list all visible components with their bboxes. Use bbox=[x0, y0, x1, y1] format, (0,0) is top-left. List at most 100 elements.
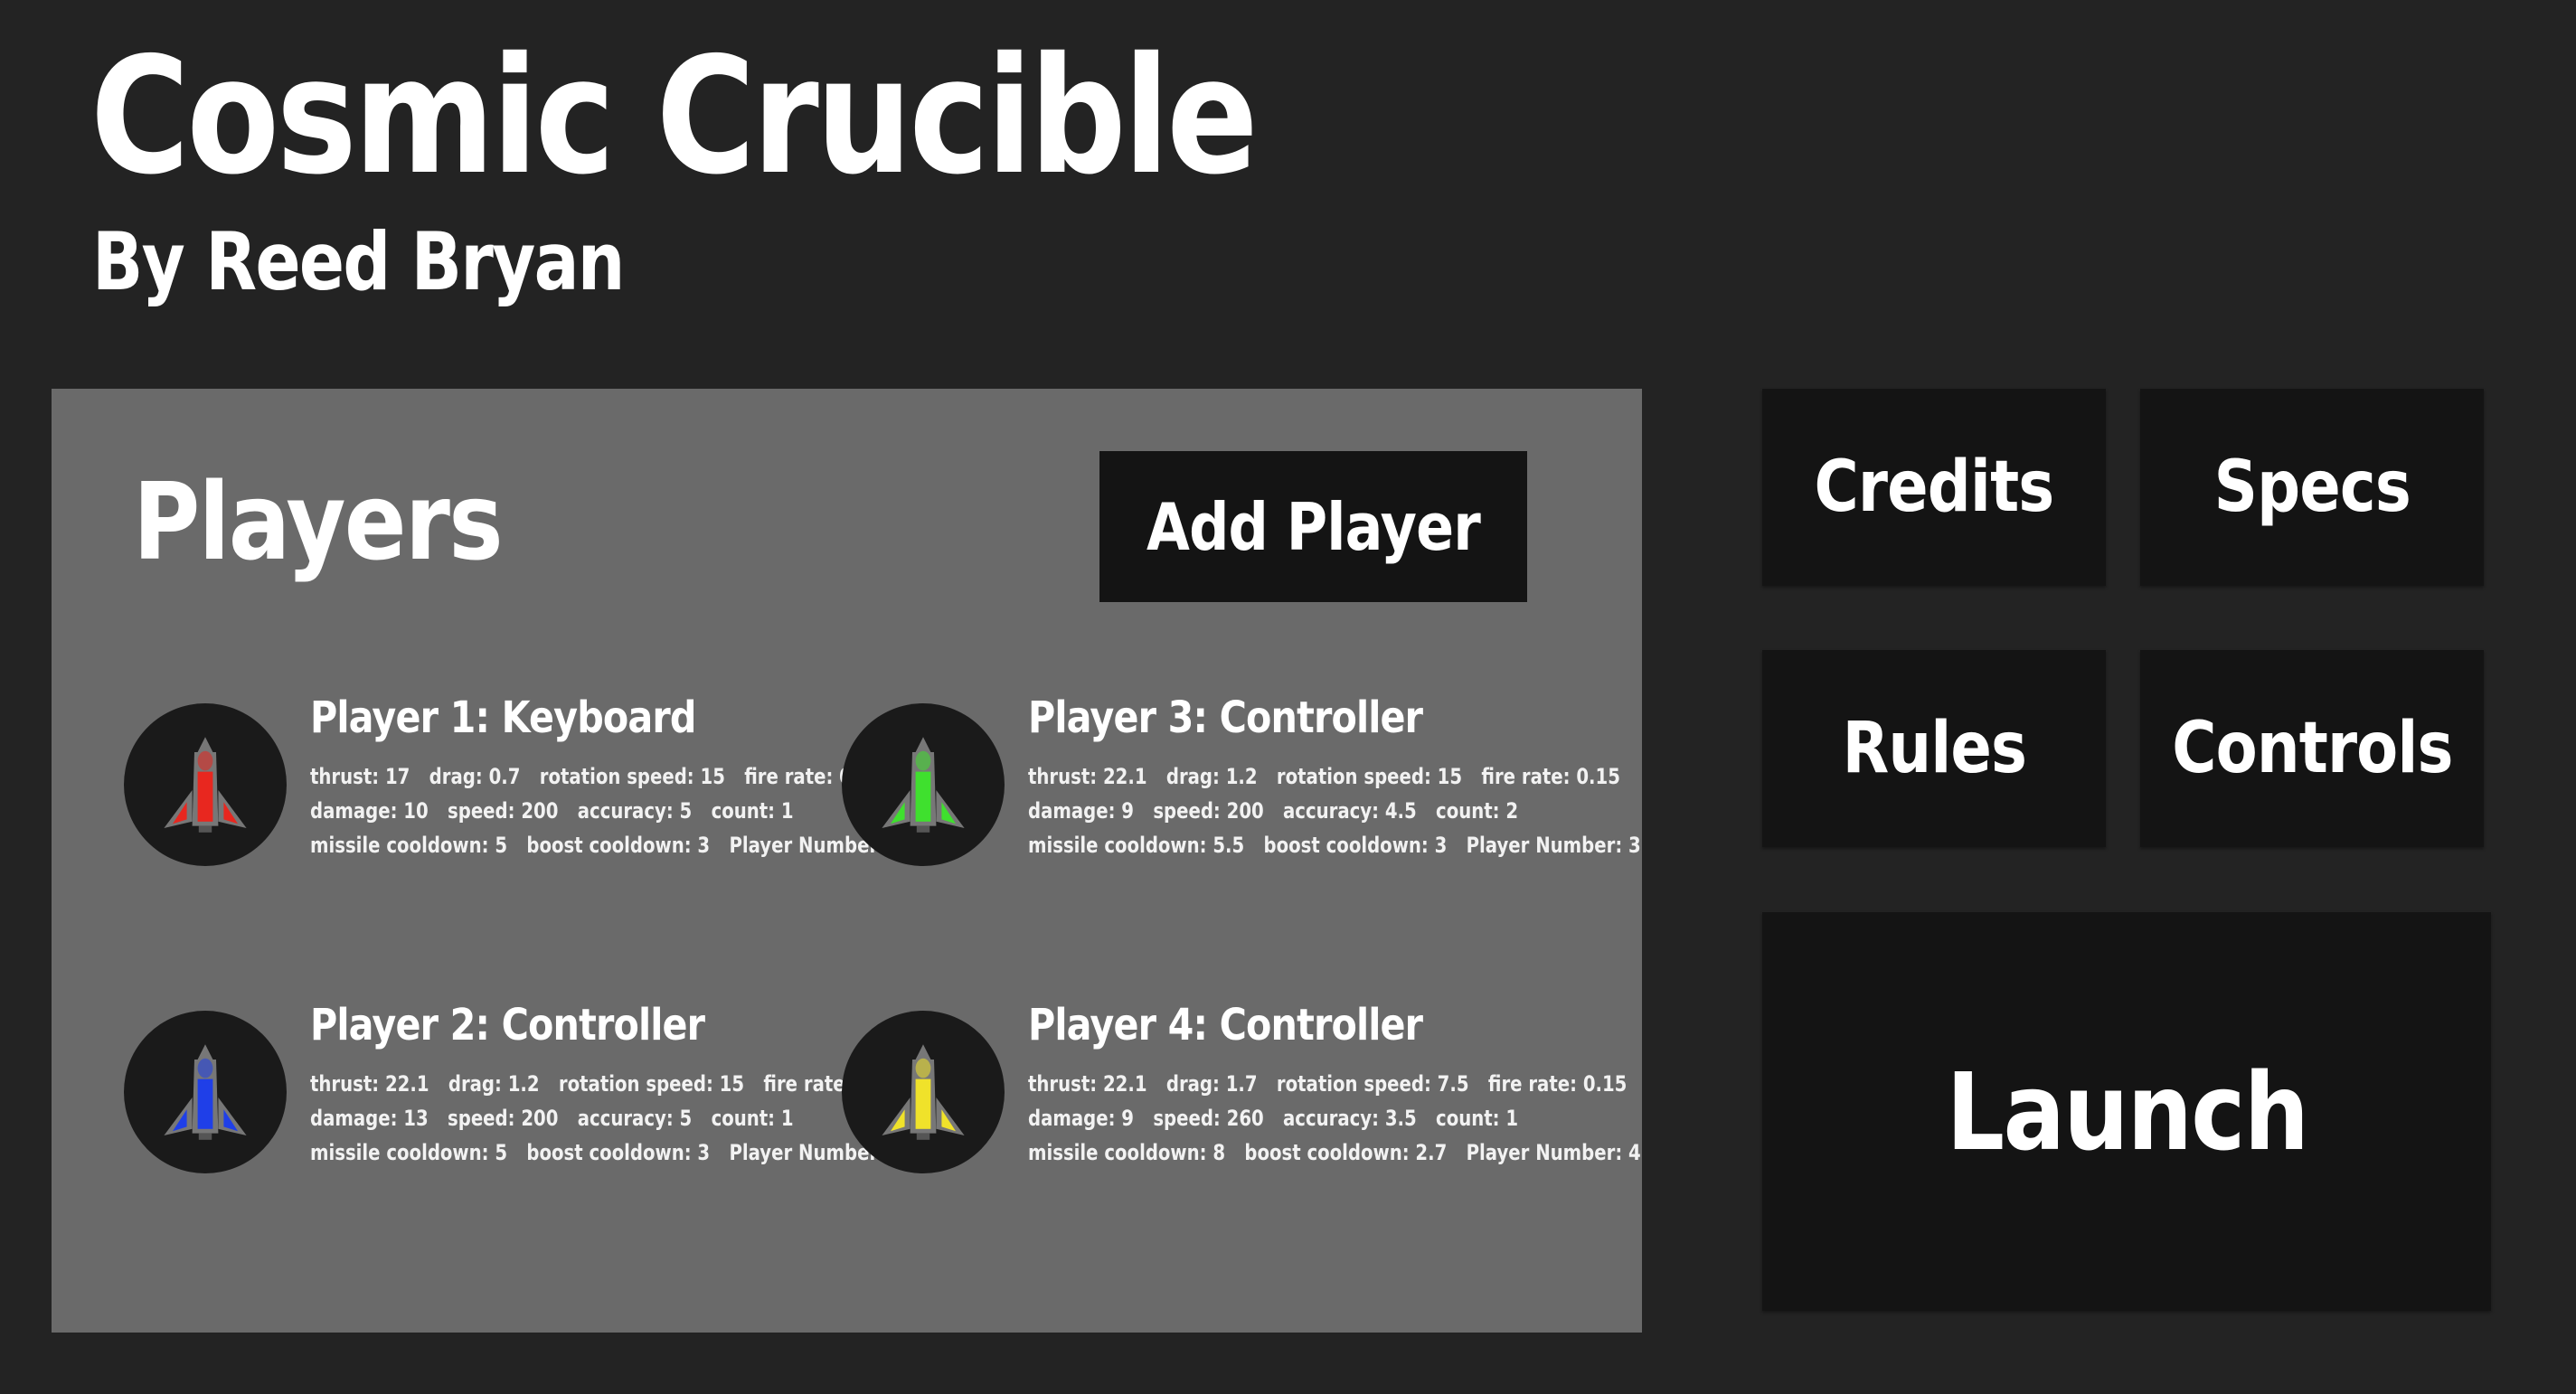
player-2-name: Player 2: Controller bbox=[310, 1000, 705, 1050]
stats-row-3: missile cooldown: 5 boost cooldown: 3 Play… bbox=[310, 1135, 923, 1170]
spaceship-icon bbox=[882, 737, 965, 833]
player-3-name: Player 3: Controller bbox=[1028, 692, 1423, 743]
ship-part bbox=[915, 771, 931, 822]
stats-row-2: damage: 9 speed: 200 accuracy: 4.5 count: 2 bbox=[1028, 794, 1660, 828]
ship-part bbox=[916, 1133, 930, 1140]
ship-part bbox=[936, 790, 965, 828]
stat: boost cooldown: 3 bbox=[1263, 833, 1448, 858]
ship-part bbox=[197, 1078, 213, 1129]
stat: drag: 1.2 bbox=[1165, 764, 1258, 789]
stats-row-3: missile cooldown: 5.5 boost cooldown: 3 Pl… bbox=[1028, 828, 1660, 862]
ship-part bbox=[197, 1058, 213, 1078]
player-card-1[interactable]: Player 1: Keyboard thrust: 17 drag: 0.7 ro… bbox=[124, 692, 904, 877]
stats-row-1: thrust: 22.1 drag: 1.7 rotation speed: 7.5… bbox=[1028, 1067, 1660, 1101]
ship-part bbox=[882, 790, 911, 828]
game-title: Cosmic Crucible bbox=[90, 23, 1259, 210]
stats-row-1: thrust: 22.1 drag: 1.2 rotation speed: 15 f… bbox=[310, 1067, 923, 1101]
player-card-3[interactable]: Player 3: Controller thrust: 22.1 drag: 1… bbox=[842, 692, 1641, 877]
stat: missile cooldown: 8 bbox=[1028, 1140, 1226, 1165]
stat: thrust: 22.1 bbox=[1028, 764, 1147, 789]
player-3-stats: thrust: 22.1 drag: 1.2 rotation speed: 15 f… bbox=[1028, 759, 1660, 862]
stat: boost cooldown: 3 bbox=[526, 1140, 711, 1165]
ship-part bbox=[164, 790, 193, 828]
player-2-stats: thrust: 22.1 drag: 1.2 rotation speed: 15 f… bbox=[310, 1067, 923, 1170]
stats-row-2: damage: 9 speed: 260 accuracy: 3.5 count: 1 bbox=[1028, 1101, 1660, 1135]
ship-part bbox=[915, 750, 931, 771]
stat: drag: 1.2 bbox=[448, 1071, 540, 1097]
stat: drag: 0.7 bbox=[429, 764, 521, 789]
stat: damage: 10 bbox=[310, 798, 429, 824]
main-menu-screen: Cosmic Crucible By Reed Bryan Players Ad… bbox=[0, 0, 2576, 1394]
spaceship-icon bbox=[164, 1044, 247, 1140]
ship-part bbox=[915, 1044, 931, 1060]
ship-part bbox=[197, 771, 213, 822]
stat: count: 1 bbox=[711, 798, 794, 824]
stats-row-1: thrust: 17 drag: 0.7 rotation speed: 15 fir… bbox=[310, 759, 923, 794]
stat: missile cooldown: 5.5 bbox=[1028, 833, 1245, 858]
launch-button[interactable]: Launch bbox=[1762, 912, 2491, 1311]
rules-label: Rules bbox=[1842, 708, 2026, 789]
player-4-name: Player 4: Controller bbox=[1028, 1000, 1423, 1050]
spaceship-icon bbox=[882, 1044, 965, 1140]
stat: missile cooldown: 5 bbox=[310, 833, 508, 858]
stat: count: 1 bbox=[1436, 1106, 1519, 1131]
stat: accuracy: 3.5 bbox=[1283, 1106, 1417, 1131]
add-player-label: Add Player bbox=[1146, 488, 1481, 565]
stat: Player Number: 4 bbox=[1466, 1140, 1641, 1165]
stat: accuracy: 5 bbox=[577, 798, 693, 824]
stat: speed: 200 bbox=[448, 1106, 559, 1131]
player-card-2[interactable]: Player 2: Controller thrust: 22.1 drag: 1… bbox=[124, 1000, 904, 1184]
ship-part bbox=[915, 1058, 931, 1078]
ship-part bbox=[197, 737, 213, 752]
player-1-name: Player 1: Keyboard bbox=[310, 692, 696, 743]
add-player-button[interactable]: Add Player bbox=[1099, 451, 1527, 602]
ship-part bbox=[198, 1133, 212, 1140]
stat: rotation speed: 15 bbox=[1276, 764, 1463, 789]
stat: count: 1 bbox=[711, 1106, 794, 1131]
rules-button[interactable]: Rules bbox=[1762, 650, 2106, 847]
player-4-avatar bbox=[842, 1011, 1005, 1173]
stats-row-2: damage: 10 speed: 200 accuracy: 5 count: 1 bbox=[310, 794, 923, 828]
specs-label: Specs bbox=[2213, 447, 2411, 528]
player-1-avatar bbox=[124, 703, 287, 866]
player-card-4[interactable]: Player 4: Controller thrust: 22.1 drag: 1… bbox=[842, 1000, 1641, 1184]
stat: damage: 9 bbox=[1028, 1106, 1135, 1131]
stat: Player Number: 3 bbox=[1466, 833, 1641, 858]
stat: count: 2 bbox=[1436, 798, 1519, 824]
stat: speed: 260 bbox=[1153, 1106, 1264, 1131]
ship-part bbox=[882, 1097, 911, 1135]
players-panel: Players Add Player Player 1: Keyboard th… bbox=[52, 389, 1642, 1333]
credits-button[interactable]: Credits bbox=[1762, 389, 2106, 586]
ship-part bbox=[916, 825, 930, 833]
stat: damage: 13 bbox=[310, 1106, 429, 1131]
stats-row-2: damage: 13 speed: 200 accuracy: 5 count: 1 bbox=[310, 1101, 923, 1135]
stat: rotation speed: 15 bbox=[539, 764, 725, 789]
game-author: By Reed Bryan bbox=[92, 215, 625, 308]
stat: speed: 200 bbox=[448, 798, 559, 824]
stat: fire rate: 0.15 bbox=[1481, 764, 1620, 789]
ship-part bbox=[198, 825, 212, 833]
stat: damage: 9 bbox=[1028, 798, 1135, 824]
ship-part bbox=[164, 1097, 193, 1135]
ship-part bbox=[915, 1078, 931, 1129]
stats-row-1: thrust: 22.1 drag: 1.2 rotation speed: 15 f… bbox=[1028, 759, 1660, 794]
controls-label: Controls bbox=[2171, 708, 2453, 789]
stat: rotation speed: 7.5 bbox=[1276, 1071, 1469, 1097]
ship-part bbox=[197, 750, 213, 771]
player-4-stats: thrust: 22.1 drag: 1.7 rotation speed: 7.5… bbox=[1028, 1067, 1660, 1170]
players-heading: Players bbox=[133, 459, 504, 584]
stat: thrust: 17 bbox=[310, 764, 410, 789]
stat: speed: 200 bbox=[1153, 798, 1264, 824]
stat: missile cooldown: 5 bbox=[310, 1140, 508, 1165]
stat: boost cooldown: 3 bbox=[526, 833, 711, 858]
stat: drag: 1.7 bbox=[1165, 1071, 1258, 1097]
player-2-avatar bbox=[124, 1011, 287, 1173]
player-3-avatar bbox=[842, 703, 1005, 866]
stats-row-3: missile cooldown: 5 boost cooldown: 3 Play… bbox=[310, 828, 923, 862]
controls-button[interactable]: Controls bbox=[2140, 650, 2484, 847]
stat: accuracy: 4.5 bbox=[1283, 798, 1417, 824]
stat: thrust: 22.1 bbox=[310, 1071, 429, 1097]
specs-button[interactable]: Specs bbox=[2140, 389, 2484, 586]
ship-part bbox=[218, 1097, 247, 1135]
ship-part bbox=[936, 1097, 965, 1135]
